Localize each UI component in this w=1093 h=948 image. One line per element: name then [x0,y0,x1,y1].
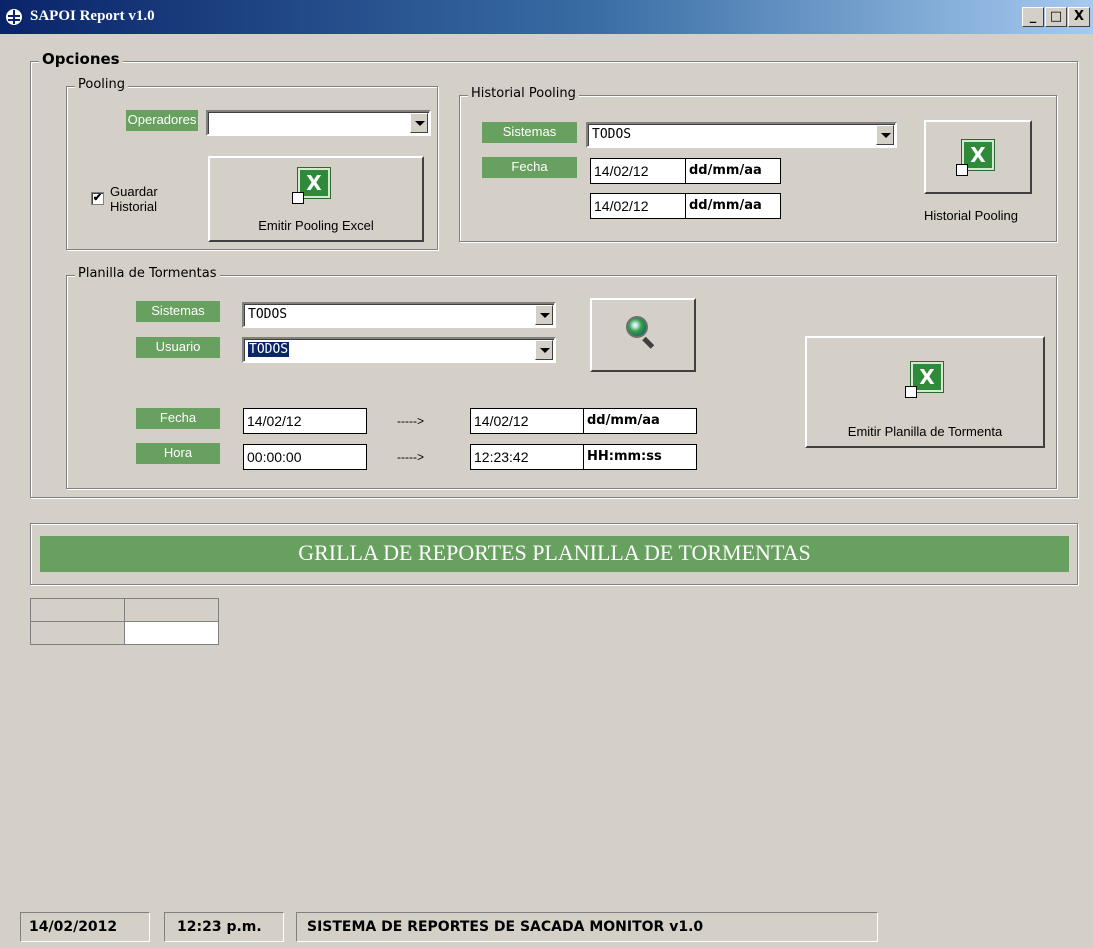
historial-pooling-button[interactable] [924,120,1032,194]
historial-fecha-hasta-input[interactable]: 14/02/12 [590,193,686,219]
minimize-button[interactable]: _ [1022,7,1044,27]
planilla-fecha-desde-input[interactable]: 14/02/12 [243,408,367,434]
guardar-historial-label: Guardar Historial [110,184,158,214]
emitir-pooling-excel-button[interactable]: Emitir Pooling Excel [208,156,424,242]
magnifier-icon [624,314,655,349]
chevron-down-icon[interactable] [535,340,553,360]
grid-header-cell[interactable] [124,598,219,622]
search-button[interactable] [590,298,696,372]
historial-fecha-format-1: dd/mm/aa [685,158,781,184]
historial-fecha-desde-input[interactable]: 14/02/12 [590,158,686,184]
grid-row-header-cell[interactable] [30,621,125,645]
historial-fecha-format-2: dd/mm/aa [685,193,781,219]
grid-header-cell[interactable] [30,598,125,622]
planilla-hora-hasta-input[interactable]: 12:23:42 [470,444,584,470]
emitir-planilla-label: Emitir Planilla de Tormenta [847,424,1003,439]
planilla-fecha-format: dd/mm/aa [583,408,697,434]
status-date: 14/02/2012 [20,912,150,942]
status-time: 12:23 p.m. [164,912,284,942]
pooling-legend: Pooling [75,77,128,92]
planilla-fecha-hasta-input[interactable]: 14/02/12 [470,408,584,434]
hora-arrow: -----> [397,450,424,464]
planilla-sistemas-label: Sistemas [136,301,220,322]
guardar-label-line2: Historial [110,199,157,214]
historial-sistemas-value: TODOS [592,127,632,142]
excel-icon [956,140,994,176]
app-globe-icon[interactable] [4,7,24,27]
emitir-pooling-label: Emitir Pooling Excel [258,218,374,233]
planilla-usuario-value: TODOS [248,342,290,357]
excel-icon [292,168,330,204]
historial-legend: Historial Pooling [468,86,579,101]
planilla-hora-format: HH:mm:ss [583,444,697,470]
guardar-label-line1: Guardar [110,184,158,199]
excel-icon [905,362,943,398]
grid-banner-title: GRILLA DE REPORTES PLANILLA DE TORMENTAS [40,536,1069,572]
chevron-down-icon[interactable] [876,125,894,145]
emitir-planilla-tormenta-button[interactable]: Emitir Planilla de Tormenta [805,336,1045,448]
planilla-legend: Planilla de Tormentas [75,266,220,281]
title-bar[interactable]: SAPOI Report v1.0 _ □ X [0,0,1093,34]
planilla-sistemas-value: TODOS [248,307,288,322]
window-title: SAPOI Report v1.0 [30,8,155,24]
fecha-arrow: -----> [397,414,424,428]
operadores-label: Operadores [126,110,198,131]
grid-data-cell[interactable] [124,621,219,645]
chevron-down-icon[interactable] [535,305,553,325]
planilla-usuario-select[interactable]: TODOS [242,337,556,363]
planilla-hora-desde-input[interactable]: 00:00:00 [243,444,367,470]
historial-pooling-caption: Historial Pooling [924,208,1018,223]
planilla-hora-label: Hora [136,443,220,464]
planilla-fecha-label: Fecha [136,408,220,429]
planilla-usuario-label: Usuario [136,337,220,358]
guardar-historial-checkbox[interactable]: ✔ [91,192,104,205]
historial-sistemas-label: Sistemas [482,122,577,143]
opciones-legend: Opciones [39,50,123,68]
maximize-button[interactable]: □ [1045,7,1067,27]
chevron-down-icon[interactable] [410,113,428,133]
planilla-sistemas-select[interactable]: TODOS [242,302,556,328]
operadores-select[interactable] [206,110,431,136]
status-message: SISTEMA DE REPORTES DE SACADA MONITOR v1… [296,912,878,942]
close-button[interactable]: X [1068,7,1090,27]
historial-fecha-label: Fecha [482,157,577,178]
historial-sistemas-select[interactable]: TODOS [586,122,897,148]
